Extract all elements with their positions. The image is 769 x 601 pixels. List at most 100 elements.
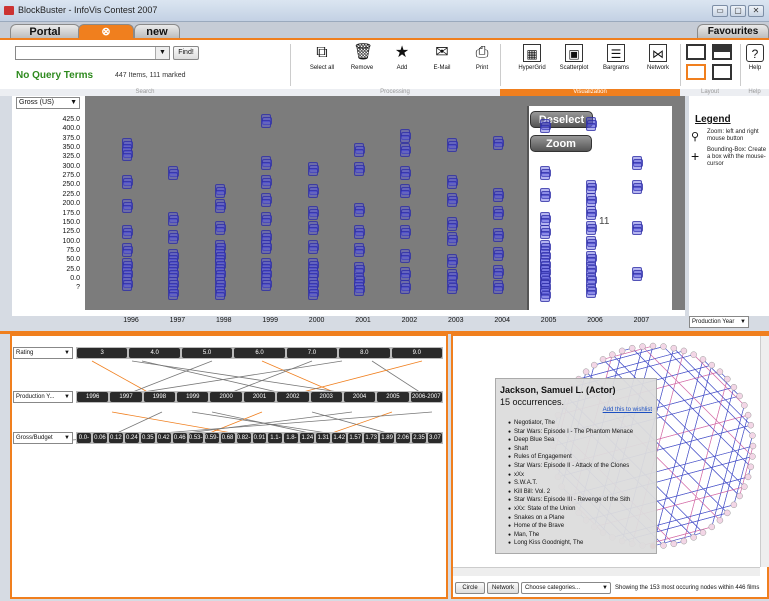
chevron-down-icon[interactable]: ▼ bbox=[70, 98, 77, 108]
axis-category-chip[interactable]: 2002 bbox=[277, 392, 309, 402]
axis-category-chip[interactable]: 3.07 bbox=[428, 433, 442, 443]
data-point[interactable] bbox=[122, 153, 132, 161]
wishlist-link[interactable]: Add this to wishlist bbox=[603, 407, 652, 413]
network-node[interactable] bbox=[670, 540, 678, 548]
data-point[interactable] bbox=[214, 227, 225, 235]
data-point[interactable] bbox=[307, 167, 318, 176]
toolbar-button-remove[interactable]: 🗑 Remove bbox=[340, 44, 384, 84]
film-item[interactable]: Home of the Brave bbox=[508, 522, 633, 531]
data-point[interactable] bbox=[122, 282, 132, 291]
data-point[interactable] bbox=[168, 291, 179, 300]
data-point[interactable] bbox=[400, 254, 411, 263]
network-node[interactable] bbox=[747, 421, 755, 429]
network-node[interactable] bbox=[749, 442, 757, 450]
network-node[interactable] bbox=[716, 517, 724, 524]
data-point[interactable] bbox=[307, 227, 318, 235]
data-point[interactable] bbox=[400, 134, 411, 143]
data-point[interactable] bbox=[214, 190, 225, 198]
axis-category-chip[interactable]: 0.68 bbox=[220, 433, 235, 443]
data-point[interactable] bbox=[493, 234, 504, 243]
tab-active[interactable]: ⊗ bbox=[78, 24, 134, 38]
axis-category-chip[interactable]: 1999 bbox=[177, 392, 209, 402]
axis-category-chip[interactable]: 0.35 bbox=[140, 433, 155, 443]
data-point[interactable] bbox=[586, 227, 596, 235]
maximize-icon[interactable]: ▢ bbox=[730, 5, 746, 17]
film-item[interactable]: Star Wars: Episode I - The Phantom Menac… bbox=[508, 428, 633, 437]
axis-category-chip[interactable]: 2.35 bbox=[412, 433, 427, 443]
data-point[interactable] bbox=[168, 171, 179, 180]
film-item[interactable]: Shaft bbox=[508, 445, 633, 454]
axis-category-chip[interactable]: 0.91 bbox=[252, 433, 267, 443]
data-point[interactable] bbox=[446, 180, 457, 189]
axis-category-chip[interactable]: 8.0 bbox=[339, 348, 390, 358]
y-axis-select[interactable]: Gross (US) ▼ bbox=[16, 97, 80, 109]
data-point[interactable] bbox=[586, 241, 596, 250]
chevron-down-icon[interactable]: ▼ bbox=[64, 433, 70, 443]
axis-category-chip[interactable]: 1.24 bbox=[300, 433, 315, 443]
toolbar-button-add[interactable]: ★ Add bbox=[380, 44, 424, 84]
axis-category-chip[interactable]: 2.06 bbox=[396, 433, 411, 443]
data-point[interactable] bbox=[168, 217, 179, 226]
network-node[interactable] bbox=[741, 483, 748, 490]
film-item[interactable]: Kill Bill: Vol. 2 bbox=[508, 488, 633, 497]
network-node[interactable] bbox=[628, 344, 636, 352]
network-node[interactable] bbox=[582, 368, 590, 375]
toolbar-button-scatterplot[interactable]: ▣ Scatterplot bbox=[552, 44, 596, 84]
data-point[interactable] bbox=[446, 260, 457, 269]
zoom-button[interactable]: Zoom bbox=[530, 135, 592, 152]
tab-new[interactable]: new bbox=[134, 24, 180, 38]
network-node[interactable] bbox=[699, 529, 707, 536]
toolbar-button-print[interactable]: ⎙ Print bbox=[460, 44, 504, 84]
network-node[interactable] bbox=[639, 343, 646, 350]
data-point[interactable] bbox=[261, 119, 272, 128]
chevron-down-icon[interactable]: ▼ bbox=[740, 317, 746, 327]
axis-category-chip[interactable]: 1.42 bbox=[332, 433, 347, 443]
data-point[interactable] bbox=[354, 167, 364, 176]
data-point[interactable] bbox=[493, 141, 504, 150]
categories-select[interactable]: Choose categories... ▼ bbox=[521, 582, 611, 594]
data-point[interactable] bbox=[632, 162, 643, 171]
vertical-scrollbar[interactable] bbox=[760, 336, 769, 567]
network-node[interactable] bbox=[680, 537, 688, 545]
network-node[interactable] bbox=[724, 509, 731, 517]
network-node[interactable] bbox=[724, 375, 731, 383]
toolbar-button-selectall[interactable]: ⧉ Select all bbox=[300, 44, 344, 84]
axis-category-chip[interactable]: 5.0 bbox=[181, 348, 233, 358]
layout-quad-active-icon[interactable] bbox=[686, 64, 706, 80]
data-point[interactable] bbox=[539, 125, 550, 134]
axis-category-chip[interactable]: 1.89 bbox=[380, 433, 395, 443]
axis-category-chip[interactable]: 2004 bbox=[343, 392, 376, 402]
chevron-down-icon[interactable]: ▼ bbox=[602, 583, 608, 593]
help-button[interactable]: ? Help bbox=[742, 44, 768, 84]
data-point[interactable] bbox=[632, 186, 643, 195]
data-point[interactable] bbox=[493, 271, 504, 280]
data-point[interactable] bbox=[400, 212, 411, 221]
network-node[interactable] bbox=[730, 383, 738, 391]
layout-split-icon[interactable] bbox=[712, 44, 732, 60]
data-point[interactable] bbox=[354, 230, 364, 239]
toolbar-button-hypergrid[interactable]: ▦ HyperGrid bbox=[510, 44, 554, 84]
data-point[interactable] bbox=[446, 286, 457, 295]
axis-category-chip[interactable]: 0.42 bbox=[156, 433, 171, 443]
axis-category-chip[interactable]: 1997 bbox=[110, 392, 142, 402]
axis-category-chip[interactable]: 9.0 bbox=[391, 348, 442, 358]
axis-category-chip[interactable]: 2003 bbox=[310, 392, 342, 402]
axis-category-chip[interactable]: 0.24 bbox=[124, 433, 139, 443]
axis-category-chip[interactable]: 2005 bbox=[377, 392, 409, 402]
axis-category-chip[interactable]: 1.8- bbox=[284, 433, 299, 443]
film-item[interactable]: Long Kiss Goodnight, The bbox=[508, 539, 633, 548]
film-item[interactable]: Rules of Engagement bbox=[508, 453, 633, 462]
data-point[interactable] bbox=[446, 223, 457, 232]
circle-button[interactable]: Circle bbox=[455, 582, 485, 594]
data-point[interactable] bbox=[122, 180, 132, 189]
network-node[interactable] bbox=[690, 351, 697, 358]
axis-category-chip[interactable]: 0.53- bbox=[188, 433, 203, 443]
film-item[interactable]: xXx: State of the Union bbox=[508, 505, 633, 514]
network-node[interactable] bbox=[708, 361, 716, 369]
film-item[interactable]: Negotiator, The bbox=[508, 419, 633, 428]
network-node[interactable] bbox=[744, 411, 752, 419]
chevron-down-icon[interactable]: ▼ bbox=[155, 47, 169, 59]
axis-category-chip[interactable]: 0.0- bbox=[77, 433, 91, 443]
axis-category-chip[interactable]: 0.12 bbox=[108, 433, 123, 443]
query-select[interactable]: ▼ bbox=[15, 46, 170, 60]
